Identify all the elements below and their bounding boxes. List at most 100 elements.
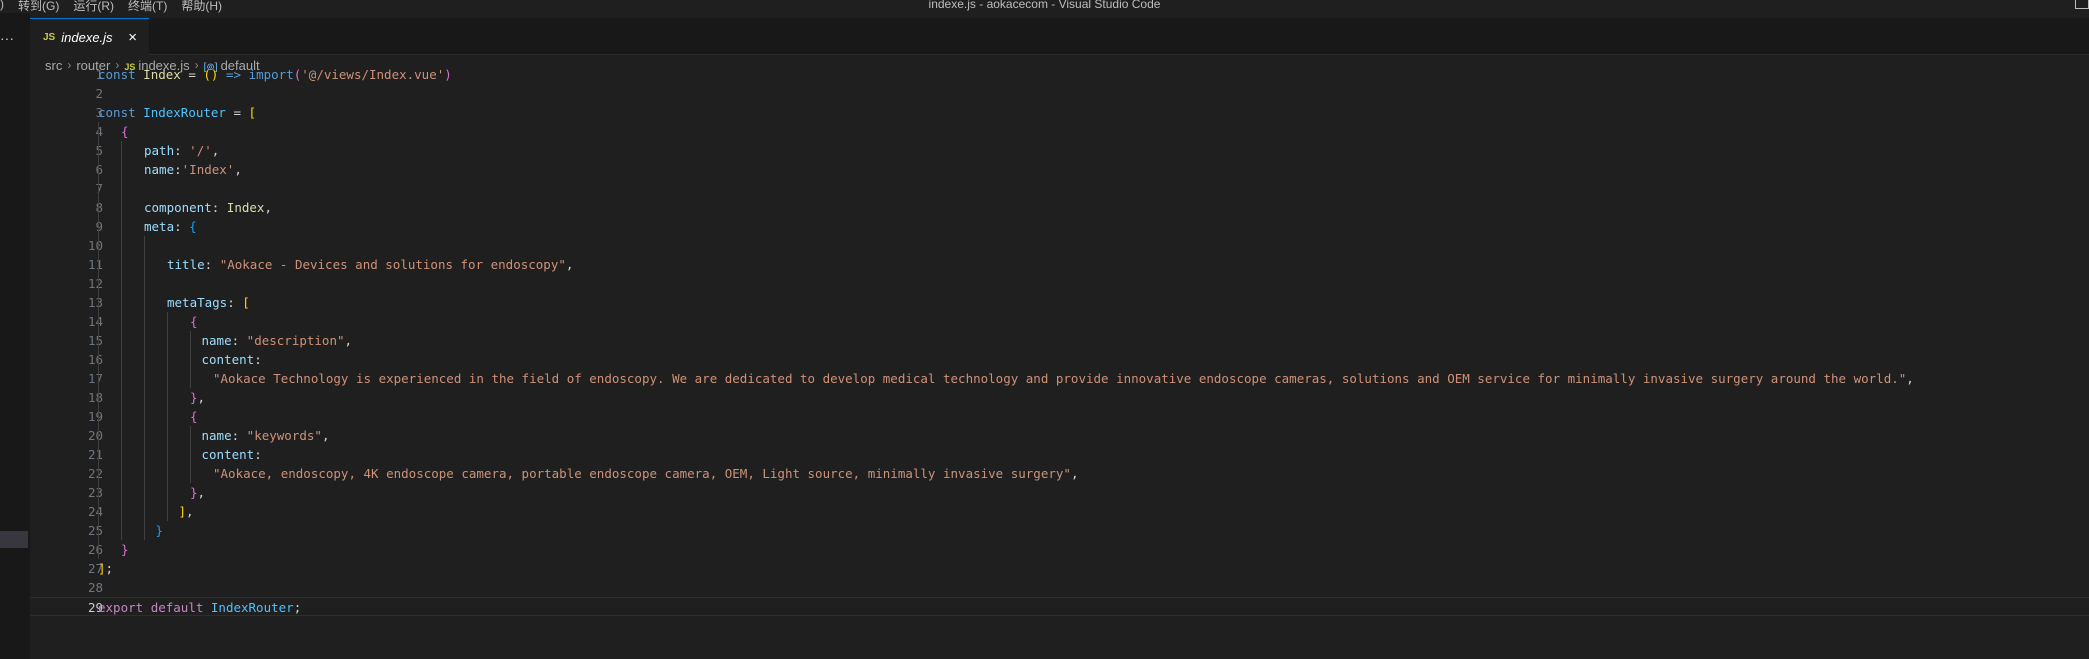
- indent-guide: [98, 331, 99, 350]
- indent-guide: [121, 483, 122, 502]
- code-text: name: "description",: [202, 331, 353, 350]
- line-number: 10: [87, 238, 103, 253]
- code-line[interactable]: 27];: [30, 559, 2089, 578]
- code-token: content: [201, 352, 255, 367]
- code-text: export default IndexRouter;: [98, 598, 301, 617]
- code-token: IndexRouter: [143, 105, 226, 120]
- activity-bar-active-item[interactable]: [0, 531, 28, 548]
- code-text: }: [121, 540, 129, 559]
- code-token: =>: [225, 67, 242, 82]
- indent-guide: [98, 274, 99, 293]
- code-line[interactable]: 19 {: [30, 407, 2089, 426]
- indent-guide: [144, 293, 145, 312]
- code-line[interactable]: 8 component: Index,: [30, 198, 2089, 217]
- code-token: Index: [143, 67, 181, 82]
- code-token: ,: [197, 485, 206, 500]
- code-token: "description": [246, 333, 345, 348]
- close-icon[interactable]: ×: [128, 29, 137, 46]
- code-token: ,: [264, 200, 272, 215]
- code-token: ,: [211, 143, 220, 158]
- indent-guide: [144, 483, 145, 502]
- code-text: content:: [202, 445, 262, 464]
- code-line[interactable]: 29 export default IndexRouter;: [30, 597, 2089, 616]
- indent-guide: [98, 312, 99, 331]
- code-line[interactable]: 14 {: [30, 312, 2089, 331]
- code-line[interactable]: 23},: [30, 483, 2089, 502]
- line-number: 8: [95, 200, 103, 215]
- indent-guide: [144, 388, 145, 407]
- code-token: :: [174, 143, 190, 158]
- line-number: 28: [87, 580, 103, 595]
- code-token: ;: [293, 600, 302, 615]
- indent-guide: [98, 426, 99, 445]
- code-line[interactable]: 22 "Aokace, endoscopy, 4K endoscope camer…: [30, 464, 2089, 483]
- code-line[interactable]: 12: [30, 274, 2089, 293]
- line-number: 14: [87, 314, 103, 329]
- code-token: title: [167, 257, 205, 272]
- code-token: {: [121, 124, 129, 139]
- indent-guide: [167, 407, 168, 426]
- code-line[interactable]: 24],: [30, 502, 2089, 521]
- code-line[interactable]: 7: [30, 179, 2089, 198]
- indent-guide: [121, 445, 122, 464]
- code-line[interactable]: 11 title: "Aokace - Devices and solutions…: [30, 255, 2089, 274]
- indent-guide: [167, 464, 168, 483]
- code-token: '@/views/Index.vue': [301, 67, 445, 82]
- line-number: 17: [87, 371, 103, 386]
- indent-guide: [144, 521, 145, 540]
- indent-guide: [121, 388, 122, 407]
- code-token: name: [144, 162, 175, 177]
- code-line[interactable]: 25}: [30, 521, 2089, 540]
- code-token: ,: [1070, 466, 1079, 481]
- code-line[interactable]: 18},: [30, 388, 2089, 407]
- line-number: 25: [87, 523, 103, 538]
- code-text: title: "Aokace - Devices and solutions f…: [167, 255, 573, 274]
- line-number: 23: [87, 485, 103, 500]
- line-number: 27: [87, 561, 103, 576]
- indent-guide: [190, 350, 191, 369]
- code-line[interactable]: 3 const IndexRouter = [: [30, 103, 2089, 122]
- code-line[interactable]: 20 name: "keywords",: [30, 426, 2089, 445]
- line-number: 18: [87, 390, 103, 405]
- code-line[interactable]: 13 metaTags: [: [30, 293, 2089, 312]
- code-text: meta: {: [144, 217, 197, 236]
- code-line[interactable]: 9 meta: {: [30, 217, 2089, 236]
- code-token: =: [180, 67, 204, 82]
- code-token: path: [144, 143, 175, 158]
- code-line[interactable]: 26}: [30, 540, 2089, 559]
- window-title: indexe.js - aokacecom - Visual Studio Co…: [928, 0, 1161, 11]
- more-icon[interactable]: ···: [0, 30, 14, 46]
- code-line[interactable]: 15 name: "description",: [30, 331, 2089, 350]
- code-token: }: [190, 390, 198, 405]
- code-line[interactable]: 5 path: '/',: [30, 141, 2089, 160]
- line-number: 20: [87, 428, 103, 443]
- code-line[interactable]: 1 const Index = () => import('@/views/Ind…: [30, 65, 2089, 84]
- code-line[interactable]: 16 content:: [30, 350, 2089, 369]
- code-line[interactable]: 10: [30, 236, 2089, 255]
- indent-guide: [98, 521, 99, 540]
- tab-label: indexe.js: [61, 29, 113, 45]
- code-token: [: [248, 105, 257, 120]
- indent-guide: [98, 293, 99, 312]
- indent-guide: [121, 160, 122, 179]
- code-line[interactable]: 4{: [30, 122, 2089, 141]
- code-line[interactable]: 2: [30, 84, 2089, 103]
- code-token: :: [204, 257, 220, 272]
- layout-toggle-icon[interactable]: [2075, 0, 2089, 9]
- code-token: ,: [186, 504, 194, 519]
- line-number: 21: [87, 447, 103, 462]
- code-line[interactable]: 28: [30, 578, 2089, 597]
- line-number: 29: [87, 600, 103, 615]
- code-line[interactable]: 21 content:: [30, 445, 2089, 464]
- code-line[interactable]: 17 "Aokace Technology is experienced in t…: [30, 369, 2089, 388]
- line-number: 13: [87, 295, 103, 310]
- code-line[interactable]: 6 name:'Index',: [30, 160, 2089, 179]
- code-text: content:: [202, 350, 262, 369]
- code-editor[interactable]: 1 const Index = () => import('@/views/Ind…: [30, 67, 2089, 659]
- code-text: {: [190, 407, 198, 426]
- indent-guide: [98, 236, 99, 255]
- tab-indexe-js[interactable]: JS indexe.js ×: [30, 18, 149, 55]
- code-token: :: [231, 428, 247, 443]
